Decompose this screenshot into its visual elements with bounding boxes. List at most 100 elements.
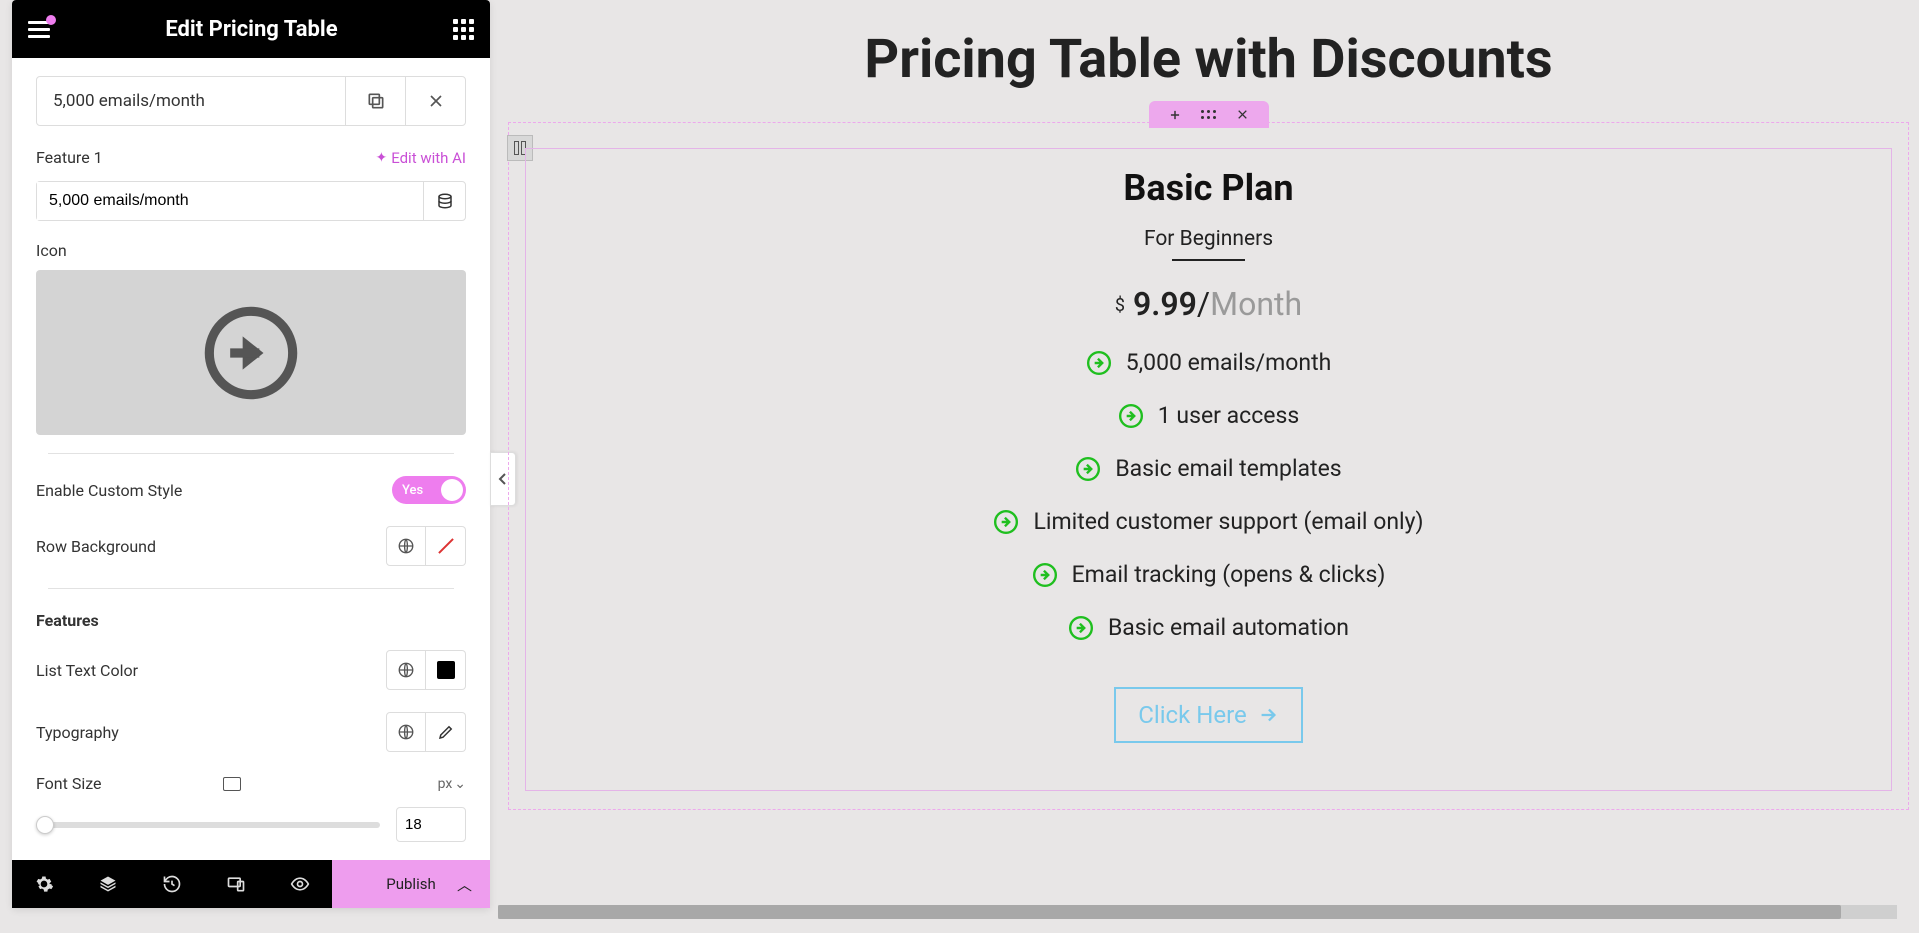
edit-typography-button[interactable] [426, 712, 466, 752]
plan-title: Basic Plan [526, 167, 1891, 209]
delete-section-icon[interactable] [1236, 108, 1249, 121]
chevron-down-icon: ⌄ [454, 776, 466, 792]
footer-tools [12, 860, 332, 908]
icon-label: Icon [36, 241, 466, 260]
global-typography-button[interactable] [386, 712, 426, 752]
feature-text: 1 user access [1158, 402, 1299, 429]
global-color-button[interactable] [386, 650, 426, 690]
row-background-label: Row Background [36, 537, 156, 556]
list-text-color-row: List Text Color [36, 650, 466, 690]
price-separator: / [1197, 285, 1210, 323]
row-background-controls [386, 526, 466, 566]
arrow-circle-right-icon [1068, 615, 1094, 641]
font-size-slider[interactable] [36, 822, 380, 828]
price-period: Month [1210, 285, 1302, 323]
feature-text: Basic email automation [1108, 614, 1349, 641]
repeater-item-header: 5,000 emails/month [36, 76, 466, 126]
apps-grid-icon[interactable] [453, 19, 474, 40]
unit-label: px [438, 776, 453, 792]
arrow-circle-right-icon [1075, 456, 1101, 482]
drag-handle-icon[interactable] [1201, 110, 1216, 119]
separator [48, 453, 454, 454]
feature-text-input-row [36, 181, 466, 221]
section-toolbar [1149, 101, 1269, 128]
page-title: Pricing Table with Discounts [498, 28, 1919, 91]
responsive-device-icon[interactable] [223, 777, 241, 791]
font-size-input[interactable] [396, 807, 466, 842]
horizontal-scrollbar[interactable] [498, 905, 1897, 919]
font-size-label: Font Size [36, 774, 213, 793]
scrollbar-thumb[interactable] [498, 905, 1841, 919]
repeater-item-title[interactable]: 5,000 emails/month [37, 77, 345, 125]
navigator-icon[interactable] [76, 860, 140, 908]
edit-ai-label: Edit with AI [391, 149, 466, 167]
font-size-unit-select[interactable]: px ⌄ [438, 776, 466, 792]
publish-button[interactable]: Publish ︿ [332, 860, 490, 908]
sparkle-icon: ✦ [375, 150, 387, 166]
settings-icon[interactable] [12, 860, 76, 908]
typography-label: Typography [36, 723, 119, 742]
feature-item: Limited customer support (email only) [526, 508, 1891, 535]
publish-label: Publish [386, 875, 435, 893]
feature-item: 1 user access [526, 402, 1891, 429]
editor-sidebar: Edit Pricing Table 5,000 emails/month Fe… [12, 0, 490, 908]
feature-label: Feature 1 [36, 148, 103, 167]
cta-label: Click Here [1138, 701, 1246, 729]
list-text-color-controls [386, 650, 466, 690]
toggle-yes-label: Yes [402, 483, 423, 498]
edit-with-ai-button[interactable]: ✦ Edit with AI [375, 149, 466, 167]
responsive-icon[interactable] [204, 860, 268, 908]
feature-item: Basic email automation [526, 614, 1891, 641]
toggle-knob [441, 479, 463, 501]
cta-button[interactable]: Click Here [1114, 687, 1302, 743]
editor-footer: Publish ︿ [12, 860, 490, 908]
feature-text: Limited customer support (email only) [1033, 508, 1423, 535]
arrow-circle-right-icon [1032, 562, 1058, 588]
preview-icon[interactable] [268, 860, 332, 908]
duplicate-button[interactable] [345, 77, 405, 125]
enable-custom-style-row: Enable Custom Style Yes [36, 476, 466, 504]
close-button[interactable] [405, 77, 465, 125]
arrow-circle-right-icon [1118, 403, 1144, 429]
typography-controls [386, 712, 466, 752]
currency-symbol: $ [1115, 295, 1125, 316]
feature-item: 5,000 emails/month [526, 349, 1891, 376]
feature-text: Basic email templates [1115, 455, 1341, 482]
feature-item: Basic email templates [526, 455, 1891, 482]
global-color-button[interactable] [386, 526, 426, 566]
feature-text-input[interactable] [37, 182, 423, 220]
chevron-up-icon[interactable]: ︿ [457, 874, 472, 895]
font-size-row: Font Size px ⌄ [36, 774, 466, 793]
feature-header-row: Feature 1 ✦ Edit with AI [36, 148, 466, 167]
feature-text: 5,000 emails/month [1126, 349, 1332, 376]
separator [48, 588, 454, 589]
arrow-circle-right-icon [993, 509, 1019, 535]
price-row: $ 9.99/Month [526, 285, 1891, 323]
add-section-icon[interactable] [1168, 108, 1182, 122]
plan-subtitle: For Beginners [1144, 227, 1273, 257]
feature-item: Email tracking (opens & clicks) [526, 561, 1891, 588]
list-text-color-label: List Text Color [36, 661, 138, 680]
icon-picker[interactable] [36, 270, 466, 435]
menu-icon[interactable] [28, 21, 50, 38]
editor-canvas: Pricing Table with Discounts Basic Plan … [498, 0, 1919, 908]
color-none-button[interactable] [426, 526, 466, 566]
section-selection-frame[interactable]: Basic Plan For Beginners $ 9.99/Month 5,… [508, 122, 1909, 810]
enable-custom-style-label: Enable Custom Style [36, 481, 182, 500]
sidebar-title: Edit Pricing Table [165, 17, 337, 42]
notification-dot [46, 15, 56, 25]
features-list: 5,000 emails/month 1 user access Basic e… [526, 349, 1891, 641]
slider-thumb[interactable] [36, 816, 54, 834]
typography-row: Typography [36, 712, 466, 752]
enable-custom-style-toggle[interactable]: Yes [392, 476, 466, 504]
arrow-circle-right-icon [1086, 350, 1112, 376]
pricing-card[interactable]: Basic Plan For Beginners $ 9.99/Month 5,… [525, 148, 1892, 791]
sidebar-header: Edit Pricing Table [12, 0, 490, 58]
color-swatch-black[interactable] [426, 650, 466, 690]
feature-text: Email tracking (opens & clicks) [1072, 561, 1386, 588]
font-size-slider-row [36, 807, 466, 842]
dynamic-tag-button[interactable] [423, 182, 465, 220]
row-background-row: Row Background [36, 526, 466, 566]
sidebar-body: 5,000 emails/month Feature 1 ✦ Edit with… [12, 58, 490, 908]
history-icon[interactable] [140, 860, 204, 908]
